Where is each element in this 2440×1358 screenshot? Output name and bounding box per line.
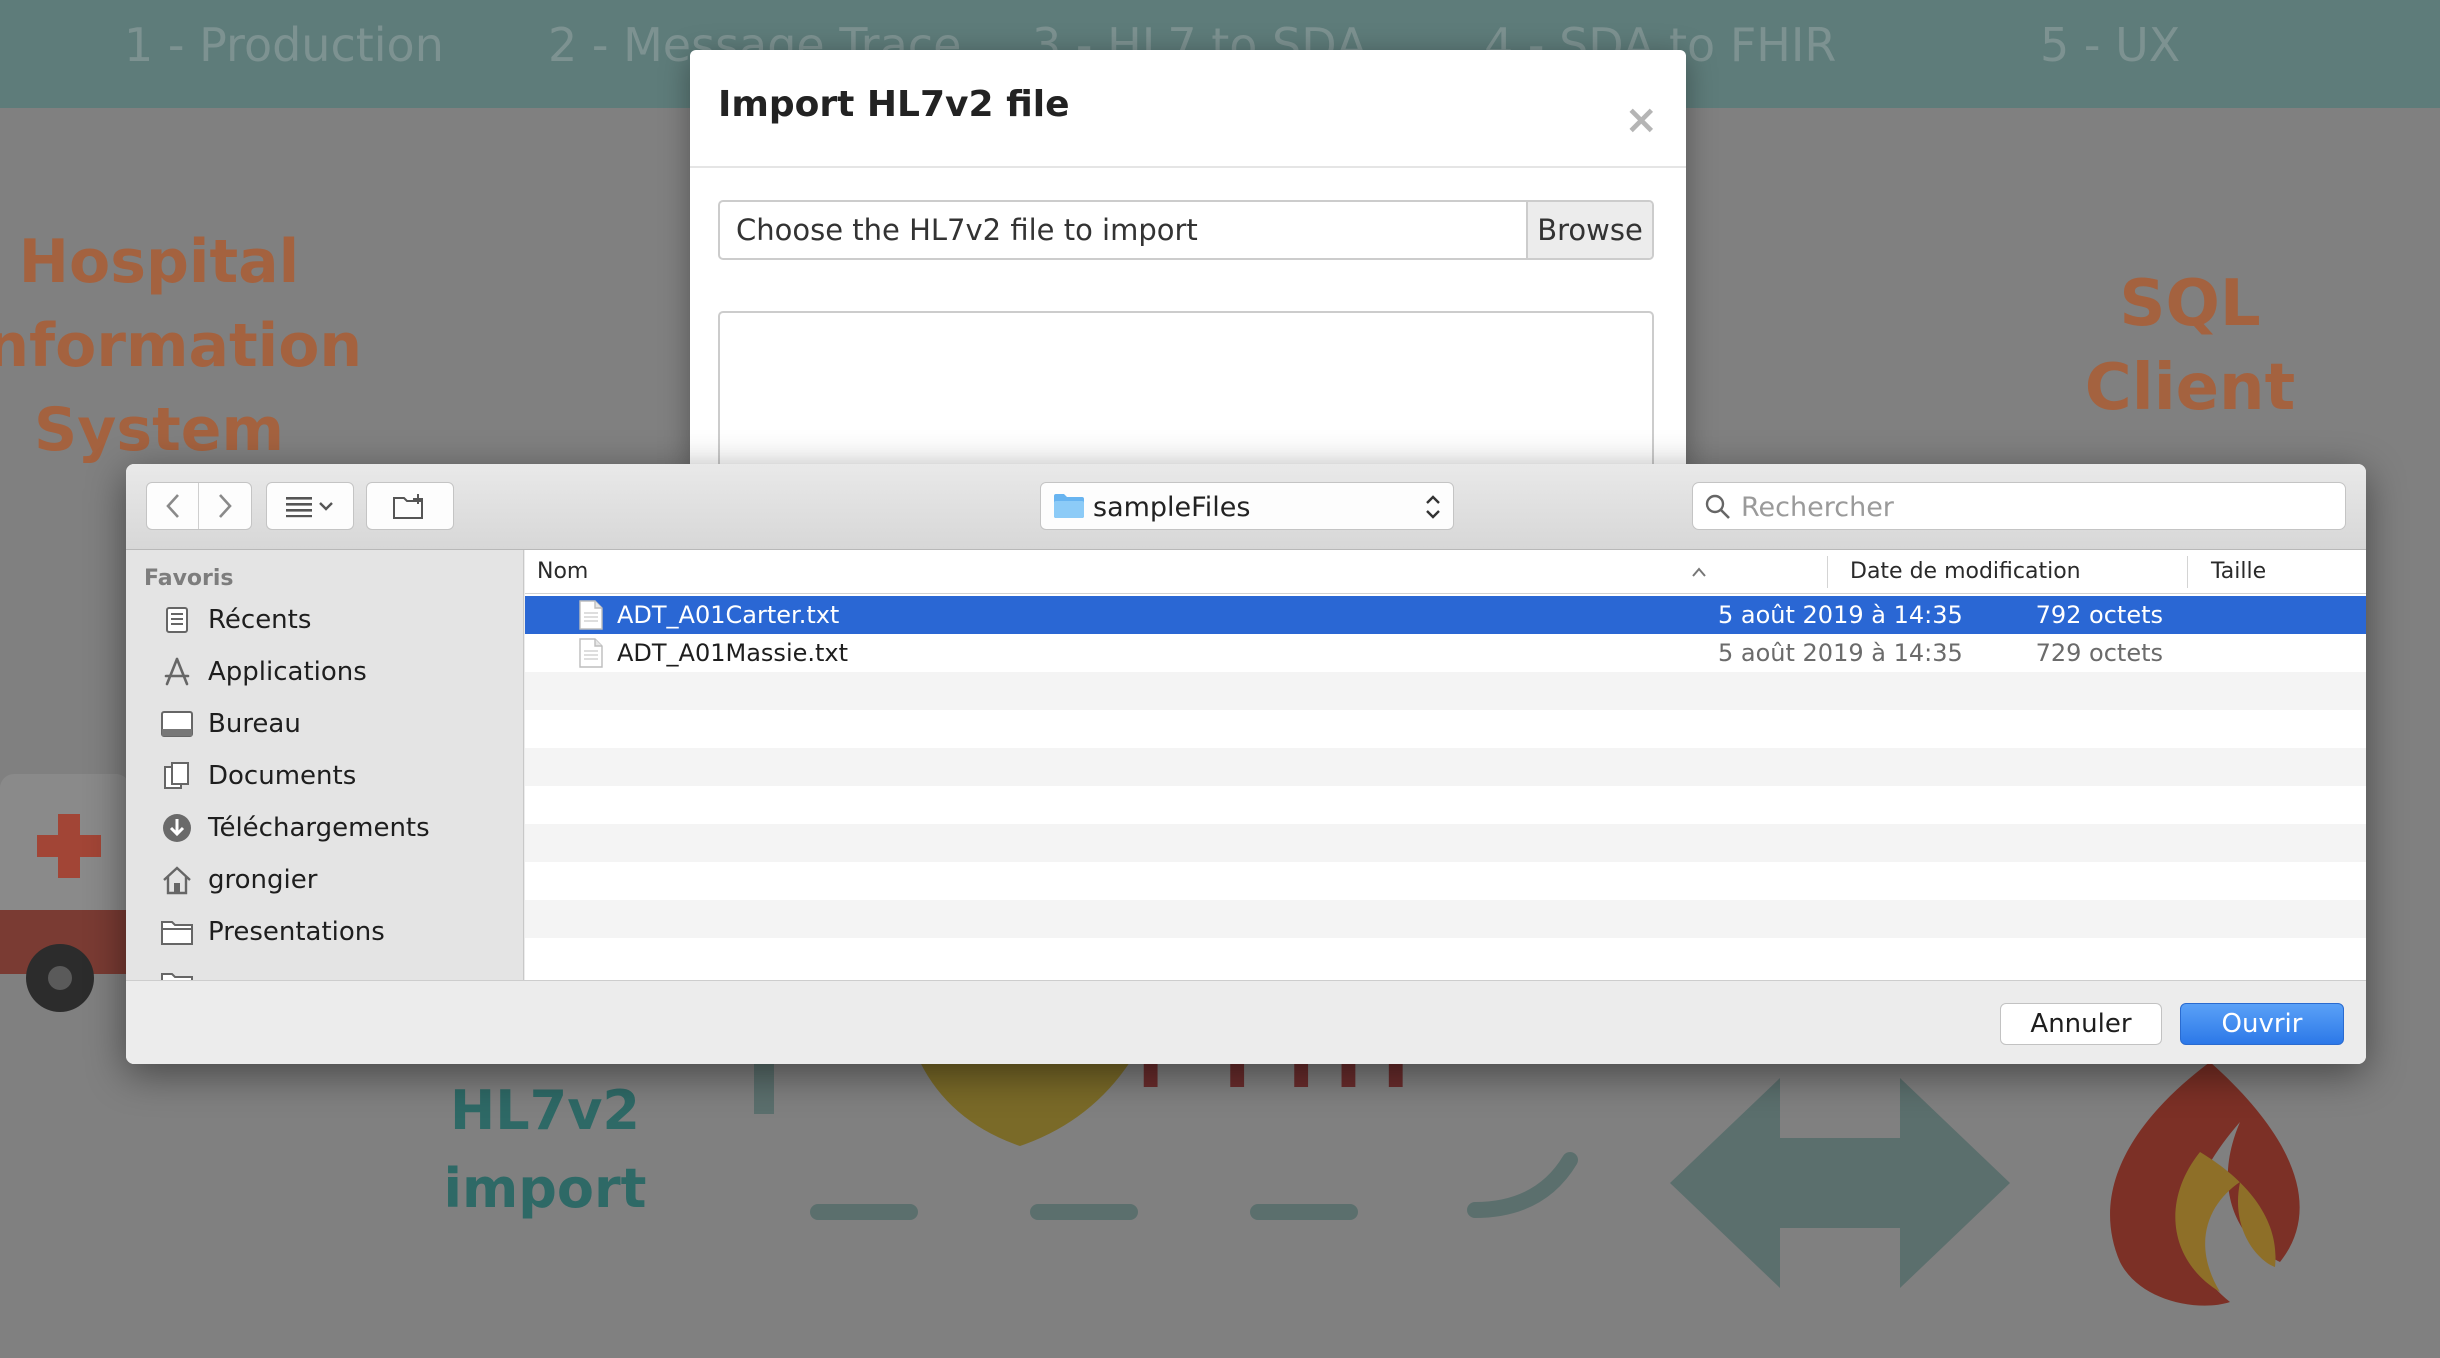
- nav-back-forward: [146, 482, 252, 530]
- import-modal: Import HL7v2 file × Choose the HL7v2 fil…: [690, 50, 1686, 470]
- sidebar-item-partial[interactable]: [160, 962, 510, 980]
- column-size[interactable]: Taille: [2211, 550, 2266, 594]
- text-file-icon: [579, 638, 603, 668]
- file-name: ADT_A01Carter.txt: [617, 601, 840, 629]
- sidebar-item-label: grongier: [208, 865, 318, 895]
- sidebar-item-label: Téléchargements: [208, 813, 430, 843]
- sidebar-item-home[interactable]: grongier: [160, 858, 510, 902]
- dialog-toolbar: sampleFiles Rechercher: [126, 464, 2366, 550]
- empty-row: [525, 862, 2366, 900]
- text-file-icon: [579, 600, 603, 630]
- sidebar-item-label: Bureau: [208, 709, 301, 739]
- column-separator[interactable]: [1827, 556, 1828, 588]
- empty-row: [525, 748, 2366, 786]
- file-date: 5 août 2019 à 14:35: [1718, 639, 1963, 667]
- empty-row: [525, 824, 2366, 862]
- open-file-dialog: sampleFiles Rechercher Favoris Récents A: [126, 464, 2366, 1064]
- empty-row: [525, 710, 2366, 748]
- sidebar-item-label: Presentations: [208, 917, 385, 947]
- sidebar-item-recents[interactable]: Récents: [160, 598, 510, 642]
- recents-icon: [160, 603, 194, 637]
- desktop-icon: [160, 707, 194, 741]
- column-date[interactable]: Date de modification: [1850, 550, 2081, 594]
- file-size: 729 octets: [2035, 639, 2163, 667]
- file-row[interactable]: ADT_A01Carter.txt 5 août 2019 à 14:35 79…: [525, 596, 2366, 634]
- cancel-button[interactable]: Annuler: [2000, 1003, 2162, 1045]
- sidebar-item-documents[interactable]: Documents: [160, 754, 510, 798]
- sidebar-item-label: Récents: [208, 605, 312, 635]
- browse-button[interactable]: Browse: [1526, 202, 1652, 258]
- empty-row: [525, 938, 2366, 976]
- sidebar-item-presentations[interactable]: Presentations: [160, 910, 510, 954]
- search-field[interactable]: Rechercher: [1692, 482, 2346, 530]
- new-folder-icon: [393, 494, 423, 519]
- home-icon: [160, 863, 194, 897]
- search-placeholder: Rechercher: [1741, 492, 1894, 523]
- file-chooser[interactable]: Choose the HL7v2 file to import Browse: [718, 200, 1654, 260]
- column-header: Nom Date de modification Taille Type: [525, 550, 2366, 594]
- applications-icon: [160, 655, 194, 689]
- updown-chevron-icon: [1426, 495, 1440, 519]
- sidebar-item-applications[interactable]: Applications: [160, 650, 510, 694]
- list-view-icon: [286, 497, 333, 518]
- file-row[interactable]: ADT_A01Massie.txt 5 août 2019 à 14:35 72…: [525, 634, 2366, 672]
- file-name: ADT_A01Massie.txt: [617, 639, 849, 667]
- view-mode-button[interactable]: [266, 482, 354, 530]
- favorites-sidebar: Favoris Récents Applications Bureau Docu…: [126, 550, 524, 980]
- modal-header: Import HL7v2 file ×: [690, 50, 1686, 168]
- location-dropdown[interactable]: sampleFiles: [1040, 482, 1454, 530]
- sort-ascending-icon[interactable]: [1691, 566, 1707, 578]
- empty-row: [525, 900, 2366, 938]
- hl7-content-textarea[interactable]: [718, 311, 1654, 470]
- modal-title: Import HL7v2 file: [718, 84, 1070, 125]
- sidebar-item-downloads[interactable]: Téléchargements: [160, 806, 510, 850]
- sidebar-item-label: Documents: [208, 761, 357, 791]
- sidebar-item-label: Applications: [208, 657, 367, 687]
- empty-row: [525, 672, 2366, 710]
- file-size: 792 octets: [2035, 601, 2163, 629]
- folder-icon: [160, 967, 194, 980]
- location-label: sampleFiles: [1093, 492, 1251, 523]
- empty-row: [525, 786, 2366, 824]
- sidebar-heading: Favoris: [144, 566, 234, 591]
- downloads-icon: [160, 811, 194, 845]
- new-folder-button[interactable]: [366, 482, 454, 530]
- file-input-field[interactable]: Choose the HL7v2 file to import: [720, 202, 1530, 258]
- documents-icon: [160, 759, 194, 793]
- back-chevron-icon[interactable]: [147, 483, 199, 529]
- dialog-footer: Annuler Ouvrir: [126, 980, 2366, 1064]
- column-separator[interactable]: [2187, 556, 2188, 588]
- close-icon[interactable]: ×: [1624, 100, 1658, 140]
- forward-chevron-icon[interactable]: [199, 483, 251, 529]
- folder-icon: [1054, 494, 1084, 518]
- folder-icon: [160, 915, 194, 949]
- file-date: 5 août 2019 à 14:35: [1718, 601, 1963, 629]
- search-icon: [1705, 494, 1730, 519]
- column-name[interactable]: Nom: [537, 550, 588, 594]
- file-browser: Nom Date de modification Taille Type ADT…: [525, 550, 2366, 980]
- sidebar-item-desktop[interactable]: Bureau: [160, 702, 510, 746]
- open-button[interactable]: Ouvrir: [2180, 1003, 2344, 1045]
